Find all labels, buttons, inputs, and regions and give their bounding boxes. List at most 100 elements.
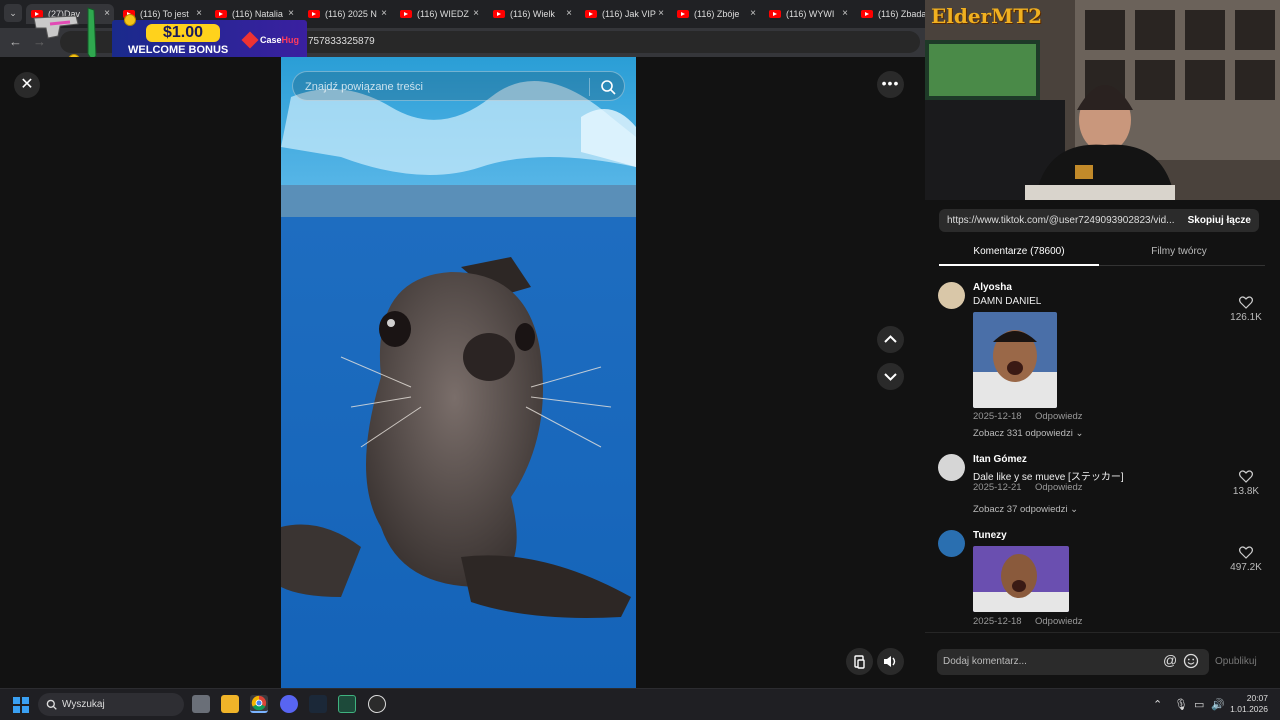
panel-tabs: Komentarze (78600) Filmy twórcy: [939, 244, 1265, 266]
streamer-webcam: [925, 0, 1280, 200]
close-tab-icon[interactable]: ×: [658, 4, 664, 24]
share-link[interactable]: https://www.tiktok.com/@user724909390282…: [947, 209, 1175, 232]
comment-gif[interactable]: [973, 546, 1069, 612]
like-button[interactable]: 126.1K: [1228, 296, 1264, 323]
taskbar-search[interactable]: Wyszukaj: [38, 693, 184, 716]
comment-date: 2025-12-18: [973, 616, 1022, 627]
comment-author[interactable]: Alyosha: [973, 282, 1012, 293]
copy-link-button[interactable]: Skopiuj łącze: [1188, 209, 1251, 232]
heart-icon: [1239, 296, 1253, 309]
reply-button[interactable]: Odpowiedz: [1035, 482, 1083, 493]
comment-item: Itan Gómez Dale like y se mueve [ステッカー] …: [938, 454, 1268, 520]
browser-tab[interactable]: (116) WIEDZ ×: [395, 4, 483, 24]
ad-amount: $1.00: [146, 24, 220, 42]
volume-button[interactable]: [877, 648, 904, 675]
speaker-icon[interactable]: 🔊: [1211, 698, 1225, 711]
video-viewer: ✕ Znajdź powiązane treści •••: [0, 57, 925, 688]
youtube-icon: [400, 10, 412, 18]
pistol-knife-icon: [33, 7, 97, 61]
comment-gif[interactable]: [973, 312, 1057, 408]
steam-icon[interactable]: [309, 695, 327, 713]
publish-button[interactable]: Opublikuj: [1215, 649, 1257, 675]
coin-icon: [124, 14, 136, 26]
more-options-button[interactable]: •••: [877, 71, 904, 98]
chevron-down-icon: [884, 373, 897, 381]
tab-comments[interactable]: Komentarze (78600): [939, 244, 1099, 266]
comment-item: Alyosha DAMN DANIEL 2025-12-18 Odpowiedz…: [938, 282, 1268, 442]
browser-tab[interactable]: (116) Wielk ×: [488, 4, 576, 24]
sea-lion-video[interactable]: [281, 57, 636, 688]
channel-logo: ElderMT2: [931, 4, 1043, 28]
avatar[interactable]: [938, 282, 965, 309]
back-arrow-icon[interactable]: ←: [9, 34, 22, 49]
chrome-icon[interactable]: [250, 695, 268, 713]
system-clock[interactable]: 20:07 1.01.2026: [1226, 693, 1268, 715]
view-replies-button[interactable]: Zobacz 37 odpowiedzi ⌄: [973, 504, 1078, 515]
related-search-bar[interactable]: Znajdź powiązane treści: [292, 71, 625, 101]
close-tab-icon[interactable]: ×: [566, 4, 572, 24]
reply-button[interactable]: Odpowiedz: [1035, 411, 1083, 422]
ad-bonus-text: WELCOME BONUS: [128, 44, 229, 56]
youtube-icon: [493, 10, 505, 18]
close-tab-icon[interactable]: ×: [842, 4, 848, 24]
windows-start-icon[interactable]: [13, 697, 29, 713]
next-video-button[interactable]: [877, 363, 904, 390]
previous-video-button[interactable]: [877, 326, 904, 353]
emoji-icon[interactable]: [1183, 653, 1199, 669]
chevron-up-icon: [884, 335, 897, 343]
like-button[interactable]: 497.2K: [1228, 546, 1264, 573]
comment-composer: Dodaj komentarz... @ Opublikuj: [925, 632, 1280, 688]
browser-tab[interactable]: (116) 2025 N ×: [303, 4, 391, 24]
search-icon[interactable]: [600, 79, 616, 95]
comment-text: Dale like y se mueve [ステッカー]: [973, 472, 1124, 483]
discord-icon[interactable]: [280, 695, 298, 713]
comment-text: DAMN DANIEL: [973, 296, 1042, 307]
comment-item: Tunezy 2025-12-18 Odpowiedz 497.2K: [938, 530, 1268, 630]
close-viewer-button[interactable]: ✕: [14, 72, 40, 98]
mention-icon[interactable]: @: [1163, 652, 1177, 668]
reply-button[interactable]: Odpowiedz: [1035, 616, 1083, 627]
close-tab-icon[interactable]: ×: [473, 4, 479, 24]
like-count: 13.8K: [1232, 486, 1260, 497]
like-count: 126.1K: [1230, 312, 1262, 323]
close-tab-icon[interactable]: ×: [750, 4, 756, 24]
browser-tab[interactable]: (116) WYWI ×: [764, 4, 852, 24]
view-replies-button[interactable]: Zobacz 331 odpowiedzi ⌄: [973, 428, 1083, 439]
task-view-icon[interactable]: [192, 695, 210, 713]
obs-icon[interactable]: [368, 695, 386, 713]
share-link-box: https://www.tiktok.com/@user724909390282…: [939, 209, 1259, 232]
tab-creator-videos[interactable]: Filmy twórcy: [1099, 244, 1259, 260]
network-icon[interactable]: ▭: [1194, 698, 1204, 711]
comments-panel: https://www.tiktok.com/@user724909390282…: [925, 200, 1280, 688]
close-tab-icon[interactable]: ×: [381, 4, 387, 24]
youtube-icon: [861, 10, 873, 18]
tray-overflow-icon[interactable]: ⌃: [1153, 698, 1162, 711]
comment-author[interactable]: Itan Gómez: [973, 454, 1027, 465]
windows-taskbar: Wyszukaj ⌃ 🎙 ▭ 🔊 20:07 1.01.2026: [0, 688, 1280, 720]
flag-icon: [854, 655, 865, 669]
search-icon: [46, 699, 57, 710]
comment-date: 2025-12-18: [973, 411, 1022, 422]
avatar[interactable]: [938, 530, 965, 557]
comment-author[interactable]: Tunezy: [973, 530, 1007, 541]
avatar[interactable]: [938, 454, 965, 481]
microphone-icon[interactable]: 🎙: [1174, 698, 1188, 711]
browser-tab[interactable]: (116) Zbada: [856, 4, 925, 24]
like-button[interactable]: 13.8K: [1228, 470, 1264, 497]
comment-input[interactable]: Dodaj komentarz... @: [937, 649, 1209, 675]
browser-tab[interactable]: (116) Zbóje ×: [672, 4, 760, 24]
heart-icon: [1239, 470, 1253, 483]
tab-search-button[interactable]: ⌄: [4, 4, 22, 22]
browser-tab[interactable]: (116) Jak VIP ×: [580, 4, 668, 24]
report-button[interactable]: [846, 648, 873, 675]
heart-icon: [1239, 546, 1253, 559]
ad-brand: CaseHug: [260, 35, 300, 45]
file-explorer-icon[interactable]: [221, 695, 239, 713]
comment-date: 2025-12-21: [973, 482, 1022, 493]
casino-ad-banner[interactable]: $1.00 WELCOME BONUS CaseHug: [30, 4, 310, 66]
app-icon[interactable]: [338, 695, 356, 713]
youtube-icon: [769, 10, 781, 18]
youtube-icon: [677, 10, 689, 18]
like-count: 497.2K: [1230, 562, 1262, 573]
youtube-icon: [585, 10, 597, 18]
